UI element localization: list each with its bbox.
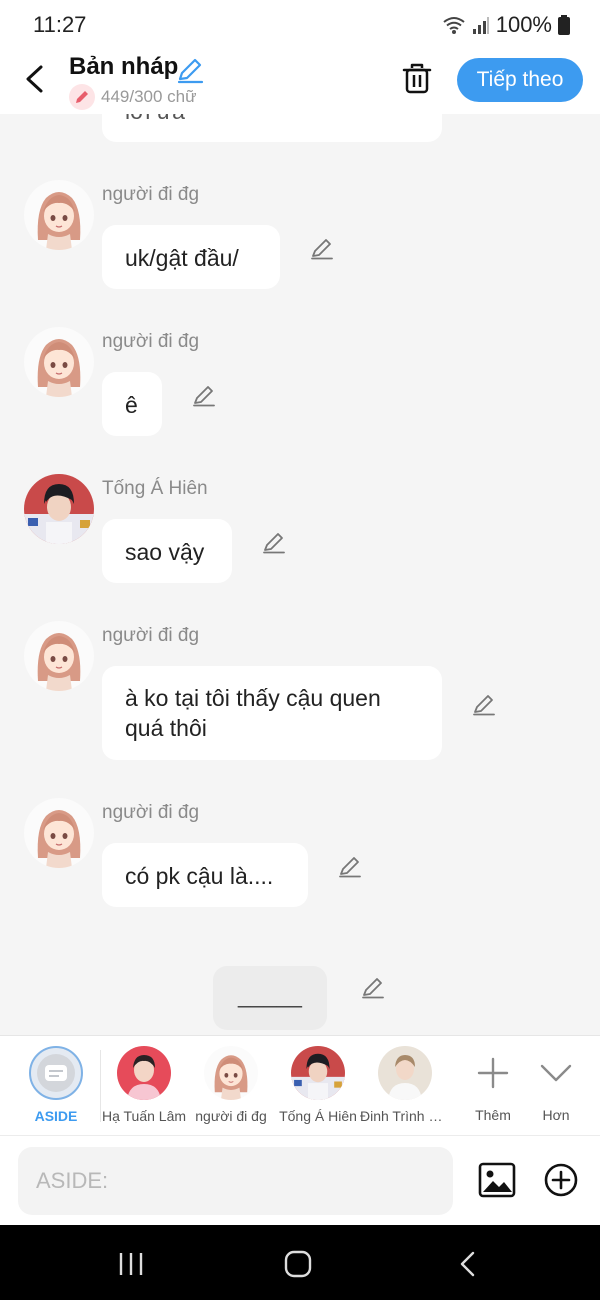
character-selector: ASIDE Hạ Tuấn Lâm người đi đg Tống Á Hiê… [0, 1035, 600, 1136]
sender-name: người đi đg [102, 625, 200, 646]
more-label: Hơn [542, 1107, 570, 1123]
aside-bubble[interactable]: _____ [213, 966, 327, 1030]
page-title: Bản nháp [69, 53, 179, 80]
pen-badge-icon [69, 84, 95, 110]
pencil-edit-icon[interactable] [472, 692, 496, 716]
pencil-edit-icon[interactable] [310, 236, 334, 260]
status-bar: 11:27 100% [0, 0, 600, 50]
sender-name: người đi đg [102, 802, 200, 823]
message-text: à ko tại tôi thấy cậu quen quá thôi [125, 685, 381, 741]
avatar-nguoi-di-dg[interactable] [24, 180, 94, 250]
character-dinh-trinh-ham[interactable]: Đinh Trình Hâm [360, 1046, 450, 1124]
status-time: 11:27 [33, 12, 87, 37]
system-back-icon[interactable] [454, 1250, 482, 1278]
wifi-icon [443, 17, 465, 34]
battery-icon [558, 15, 570, 35]
avatar-nguoi-di-dg[interactable] [24, 621, 94, 691]
chevron-down-icon [540, 1064, 572, 1082]
message-input[interactable] [18, 1147, 453, 1215]
system-nav-bar [0, 1225, 600, 1300]
pencil-edit-title-icon[interactable] [176, 56, 204, 84]
avatar-nguoi-di-dg[interactable] [24, 327, 94, 397]
more-characters-button[interactable]: Hơn [511, 1046, 600, 1123]
battery-percent: 100% [495, 12, 552, 37]
home-icon[interactable] [284, 1250, 312, 1278]
character-name: người đi đg [195, 1108, 267, 1124]
signal-icon [472, 17, 489, 34]
trash-icon[interactable] [400, 62, 434, 96]
character-name: Tống Á Hiên [279, 1108, 357, 1124]
character-name: Hạ Tuấn Lâm [101, 1108, 187, 1124]
message-bubble[interactable]: sao vậy [102, 519, 232, 583]
avatar-nguoi-di-dg[interactable] [24, 798, 94, 868]
pencil-edit-icon[interactable] [338, 854, 362, 878]
pencil-edit-icon[interactable] [192, 383, 216, 407]
recent-apps-icon[interactable] [117, 1250, 145, 1278]
character-aside[interactable]: ASIDE [11, 1046, 101, 1124]
sender-name: Tống Á Hiên [102, 478, 208, 499]
message-text: ê [125, 392, 138, 418]
message-bubble[interactable]: à ko tại tôi thấy cậu quen quá thôi [102, 666, 442, 760]
message-bubble[interactable]: có pk cậu là.... [102, 843, 308, 907]
avatar-ha-tuan-lam [117, 1046, 171, 1100]
aside-icon [29, 1046, 83, 1100]
pencil-edit-icon[interactable] [361, 975, 385, 999]
sender-name: người đi đg [102, 184, 200, 205]
word-count-row: 449/300 chữ [69, 84, 197, 110]
avatar-dinh-trinh-ham [378, 1046, 432, 1100]
status-right: 100% [442, 12, 570, 38]
back-arrow-icon[interactable] [20, 62, 50, 96]
composer-bar [0, 1135, 600, 1226]
message-text: có pk cậu là.... [125, 863, 274, 889]
chat-area: lời ừa người đi đg uk/gật đầu/ người đi … [0, 114, 600, 1035]
message-bubble-partial[interactable]: lời ừa [102, 114, 442, 142]
top-header: Bản nháp 449/300 chữ Tiếp theo [0, 50, 600, 114]
word-count: 449/300 chữ [101, 87, 197, 106]
message-text: lời ừa [125, 114, 185, 124]
pencil-edit-icon[interactable] [262, 530, 286, 554]
character-name: Đinh Trình Hâm [360, 1108, 450, 1124]
avatar-tong-a-hien[interactable] [24, 474, 94, 544]
message-text: uk/gật đầu/ [125, 245, 239, 271]
avatar-tong-a-hien [291, 1046, 345, 1100]
message-text: sao vậy [125, 539, 205, 565]
character-tong-a-hien[interactable]: Tống Á Hiên [273, 1046, 363, 1124]
next-button[interactable]: Tiếp theo [457, 58, 583, 102]
character-name: ASIDE [34, 1108, 78, 1124]
message-bubble[interactable]: ê [102, 372, 162, 436]
image-icon[interactable] [478, 1161, 516, 1199]
sender-name: người đi đg [102, 331, 200, 352]
avatar-nguoi-di-dg [204, 1046, 258, 1100]
message-bubble[interactable]: uk/gật đầu/ [102, 225, 280, 289]
character-nguoi-di-dg[interactable]: người đi đg [186, 1046, 276, 1124]
character-ha-tuan-lam[interactable]: Hạ Tuấn Lâm [99, 1046, 189, 1124]
add-circle-icon[interactable] [544, 1163, 578, 1197]
aside-text: _____ [238, 982, 302, 1008]
